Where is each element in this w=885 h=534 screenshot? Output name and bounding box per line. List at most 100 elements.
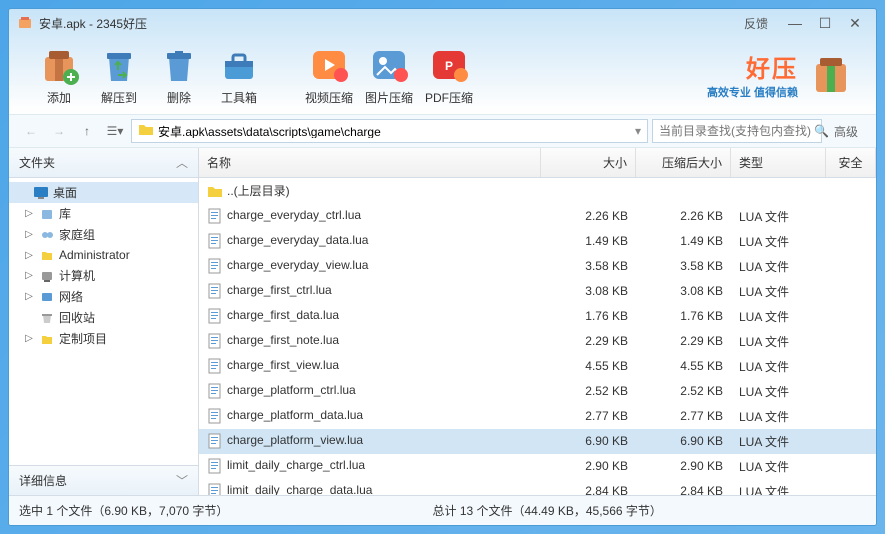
brand-subtitle: 高效专业 值得信赖: [707, 84, 798, 100]
titlebar[interactable]: 安卓.apk - 2345好压 反馈 — ☐ ✕: [9, 9, 876, 37]
maximize-button[interactable]: ☐: [812, 13, 838, 33]
col-name[interactable]: 名称: [199, 148, 541, 177]
back-button[interactable]: ←: [19, 120, 43, 142]
tree-node-icon: [39, 247, 55, 263]
main-toolbar: 添加 解压到 删除 工具箱 视频压缩 图片压缩 P PDF压缩 好: [9, 37, 876, 114]
advanced-button[interactable]: 高级: [826, 123, 866, 140]
tree-node-icon: [39, 310, 55, 326]
folder-tree[interactable]: 桌面 ▷库▷家庭组▷Administrator▷计算机▷网络回收站▷定制项目: [9, 178, 198, 465]
tree-node-icon: [39, 268, 55, 284]
tree-item[interactable]: ▷定制项目: [9, 328, 198, 349]
tree-item[interactable]: ▷计算机: [9, 265, 198, 286]
col-csize[interactable]: 压缩后大小: [636, 148, 731, 177]
lua-file-icon: [207, 433, 223, 449]
chevron-up-icon[interactable]: ︿: [176, 154, 188, 171]
folder-icon: [207, 184, 223, 200]
expander-icon[interactable]: ▷: [23, 270, 35, 282]
view-button[interactable]: ☰▾: [103, 120, 127, 142]
file-row[interactable]: charge_platform_data.lua2.77 KB2.77 KBLU…: [199, 404, 876, 429]
col-type[interactable]: 类型: [731, 148, 826, 177]
file-rows[interactable]: ..(上层目录) charge_everyday_ctrl.lua2.26 KB…: [199, 178, 876, 495]
expander-icon[interactable]: ▷: [23, 208, 35, 220]
file-row[interactable]: charge_first_view.lua4.55 KB4.55 KBLUA 文…: [199, 354, 876, 379]
expander-icon[interactable]: ▷: [23, 333, 35, 345]
archive-add-icon: [37, 43, 81, 87]
parent-dir-row[interactable]: ..(上层目录): [199, 178, 876, 204]
extract-button[interactable]: 解压到: [89, 43, 149, 106]
expander-icon[interactable]: ▷: [23, 249, 35, 261]
file-row[interactable]: charge_first_ctrl.lua3.08 KB3.08 KBLUA 文…: [199, 279, 876, 304]
video-compress-button[interactable]: 视频压缩: [299, 43, 359, 106]
toolbox-icon: [217, 43, 261, 87]
folder-icon: [138, 122, 154, 141]
lua-file-icon: [207, 258, 223, 274]
expander-icon[interactable]: [23, 312, 35, 324]
forward-button[interactable]: →: [47, 120, 71, 142]
tree-item[interactable]: ▷库: [9, 203, 198, 224]
brand-icon: [806, 48, 856, 101]
file-row[interactable]: charge_everyday_data.lua1.49 KB1.49 KBLU…: [199, 229, 876, 254]
col-size[interactable]: 大小: [541, 148, 636, 177]
tree-item[interactable]: 回收站: [9, 307, 198, 328]
lua-file-icon: [207, 483, 223, 495]
col-secure[interactable]: 安全: [826, 148, 876, 177]
recycle-icon: [97, 43, 141, 87]
app-icon: [17, 15, 33, 31]
lua-file-icon: [207, 383, 223, 399]
file-row[interactable]: charge_first_note.lua2.29 KB2.29 KBLUA 文…: [199, 329, 876, 354]
status-selection: 选中 1 个文件（6.90 KB，7,070 字节）: [19, 502, 228, 519]
lua-file-icon: [207, 358, 223, 374]
statusbar: 选中 1 个文件（6.90 KB，7,070 字节） 总计 13 个文件（44.…: [9, 495, 876, 525]
file-row[interactable]: charge_platform_view.lua6.90 KB6.90 KBLU…: [199, 429, 876, 454]
tree-item[interactable]: ▷网络: [9, 286, 198, 307]
content-area: 文件夹 ︿ 桌面 ▷库▷家庭组▷Administrator▷计算机▷网络回收站▷…: [9, 148, 876, 495]
file-row[interactable]: charge_everyday_ctrl.lua2.26 KB2.26 KBLU…: [199, 204, 876, 229]
lua-file-icon: [207, 308, 223, 324]
file-row[interactable]: charge_platform_ctrl.lua2.52 KB2.52 KBLU…: [199, 379, 876, 404]
path-field[interactable]: [158, 124, 631, 138]
lua-file-icon: [207, 333, 223, 349]
file-list: 名称 大小 压缩后大小 类型 安全 ..(上层目录) charge_everyd…: [199, 148, 876, 495]
desktop-icon: [33, 185, 49, 201]
add-button[interactable]: 添加: [29, 43, 89, 106]
image-icon: [367, 43, 411, 87]
column-headers: 名称 大小 压缩后大小 类型 安全: [199, 148, 876, 178]
detail-panel-header[interactable]: 详细信息 ﹀: [9, 465, 198, 495]
delete-button[interactable]: 删除: [149, 43, 209, 106]
status-total: 总计 13 个文件（44.49 KB，45,566 字节）: [228, 502, 866, 519]
lua-file-icon: [207, 233, 223, 249]
lua-file-icon: [207, 458, 223, 474]
expander-icon[interactable]: ▷: [23, 291, 35, 303]
brand-area: 好压 高效专业 值得信赖: [707, 48, 856, 101]
tree-desktop[interactable]: 桌面: [9, 182, 198, 203]
folder-panel-header[interactable]: 文件夹 ︿: [9, 148, 198, 178]
pdf-compress-button[interactable]: P PDF压缩: [419, 43, 479, 106]
video-icon: [307, 43, 351, 87]
chevron-down-icon[interactable]: ﹀: [176, 472, 188, 489]
close-button[interactable]: ✕: [842, 13, 868, 33]
app-window: 安卓.apk - 2345好压 反馈 — ☐ ✕ 添加 解压到 删除 工具箱 视…: [8, 8, 877, 526]
lua-file-icon: [207, 208, 223, 224]
search-box[interactable]: 🔍: [652, 119, 822, 143]
file-row[interactable]: charge_everyday_view.lua3.58 KB3.58 KBLU…: [199, 254, 876, 279]
expander-icon[interactable]: ▷: [23, 229, 35, 241]
search-input[interactable]: [659, 124, 814, 138]
tree-node-icon: [39, 227, 55, 243]
svg-text:P: P: [445, 59, 453, 73]
file-row[interactable]: limit_daily_charge_ctrl.lua2.90 KB2.90 K…: [199, 454, 876, 479]
tree-node-icon: [39, 206, 55, 222]
toolbox-button[interactable]: 工具箱: [209, 43, 269, 106]
lua-file-icon: [207, 283, 223, 299]
file-row[interactable]: limit_daily_charge_data.lua2.84 KB2.84 K…: [199, 479, 876, 495]
feedback-link[interactable]: 反馈: [744, 15, 768, 32]
tree-item[interactable]: ▷Administrator: [9, 245, 198, 265]
tree-node-icon: [39, 289, 55, 305]
file-row[interactable]: charge_first_data.lua1.76 KB1.76 KBLUA 文…: [199, 304, 876, 329]
trash-icon: [157, 43, 201, 87]
path-input[interactable]: ▾: [131, 119, 648, 143]
tree-item[interactable]: ▷家庭组: [9, 224, 198, 245]
image-compress-button[interactable]: 图片压缩: [359, 43, 419, 106]
chevron-down-icon[interactable]: ▾: [635, 124, 641, 138]
up-button[interactable]: ↑: [75, 120, 99, 142]
minimize-button[interactable]: —: [782, 13, 808, 33]
